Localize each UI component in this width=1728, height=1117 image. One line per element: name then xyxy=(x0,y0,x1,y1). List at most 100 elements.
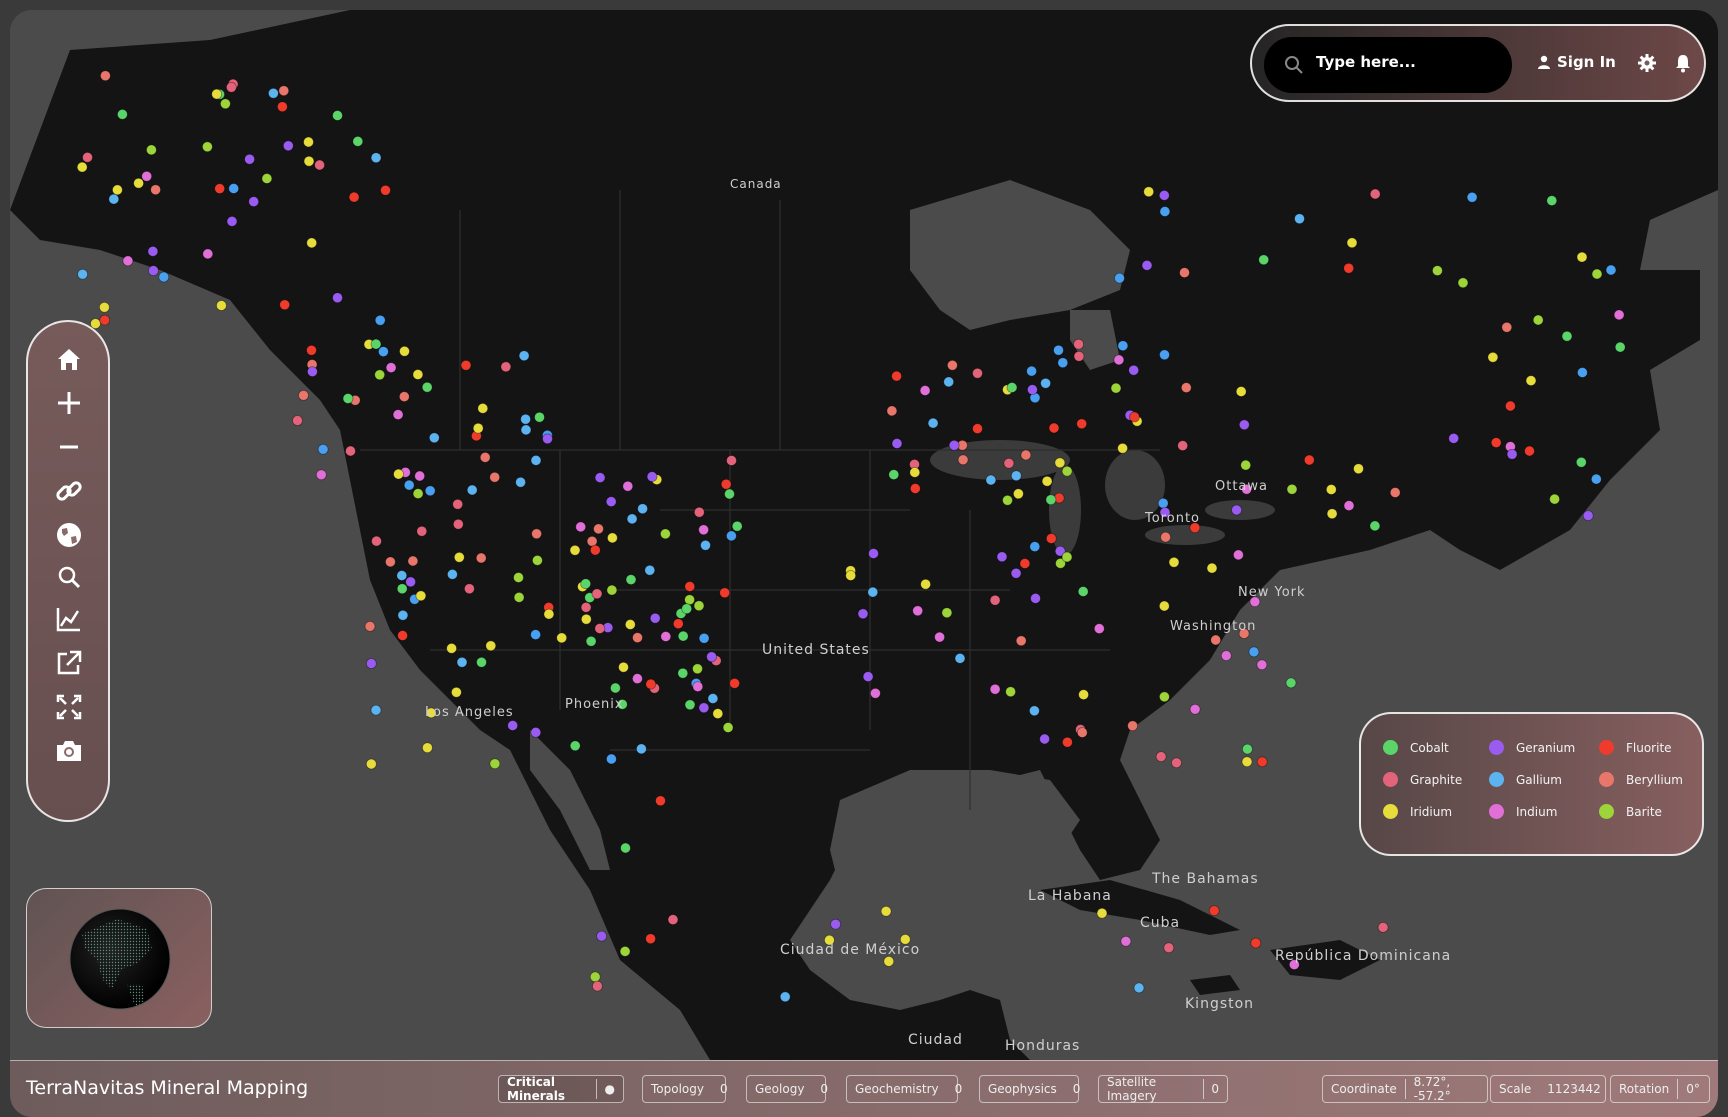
mineral-point[interactable] xyxy=(684,594,695,606)
mineral-point[interactable] xyxy=(606,584,618,596)
mineral-point[interactable] xyxy=(698,632,710,644)
mineral-point[interactable] xyxy=(556,632,568,644)
mineral-point[interactable] xyxy=(989,594,1001,606)
mineral-point[interactable] xyxy=(370,704,382,716)
mineral-point[interactable] xyxy=(543,608,555,620)
mineral-point[interactable] xyxy=(306,366,318,378)
mineral-point[interactable] xyxy=(684,581,696,592)
mineral-point[interactable] xyxy=(1325,484,1337,495)
layer-chip-critical-minerals[interactable]: Critical Minerals ● xyxy=(498,1075,624,1103)
search-icon[interactable] xyxy=(54,562,84,592)
mineral-point[interactable] xyxy=(1141,259,1153,271)
mineral-point[interactable] xyxy=(365,758,377,770)
mineral-point[interactable] xyxy=(1549,493,1560,505)
mineral-point[interactable] xyxy=(593,523,604,535)
mineral-point[interactable] xyxy=(1019,558,1031,569)
mineral-point[interactable] xyxy=(147,265,159,277)
mineral-point[interactable] xyxy=(226,215,238,227)
mineral-point[interactable] xyxy=(891,370,902,382)
mineral-point[interactable] xyxy=(606,753,617,765)
mineral-point[interactable] xyxy=(1120,935,1132,947)
mineral-point[interactable] xyxy=(414,470,426,482)
mineral-point[interactable] xyxy=(880,905,892,917)
mineral-point[interactable] xyxy=(1590,473,1602,485)
mineral-point[interactable] xyxy=(1171,757,1182,769)
mineral-point[interactable] xyxy=(912,605,924,617)
mineral-point[interactable] xyxy=(620,842,631,854)
mineral-point[interactable] xyxy=(530,454,542,466)
mineral-point[interactable] xyxy=(591,588,603,600)
mineral-point[interactable] xyxy=(592,980,603,992)
mineral-point[interactable] xyxy=(1238,419,1250,431)
mineral-point[interactable] xyxy=(1129,411,1140,423)
mineral-point[interactable] xyxy=(531,528,542,540)
mineral-point[interactable] xyxy=(644,564,656,576)
mineral-point[interactable] xyxy=(1258,254,1270,266)
mineral-point[interactable] xyxy=(1294,213,1305,225)
mineral-point[interactable] xyxy=(1093,623,1105,634)
mineral-point[interactable] xyxy=(380,184,391,196)
mineral-point[interactable] xyxy=(374,314,386,326)
mineral-point[interactable] xyxy=(1591,268,1603,280)
mineral-point[interactable] xyxy=(530,727,542,738)
layer-chip-geochemistry[interactable]: Geochemistry 0 xyxy=(846,1075,962,1103)
mineral-point[interactable] xyxy=(618,661,629,673)
mineral-point[interactable] xyxy=(472,422,484,434)
gear-icon[interactable] xyxy=(1637,53,1657,73)
mineral-point[interactable] xyxy=(1117,442,1128,454)
mineral-point[interactable] xyxy=(830,918,841,930)
mineral-point[interactable] xyxy=(1466,191,1478,203)
mineral-point[interactable] xyxy=(943,376,955,388)
mineral-point[interactable] xyxy=(868,548,879,559)
layer-chip-geology[interactable]: Geology 0 xyxy=(746,1075,828,1103)
mineral-point[interactable] xyxy=(607,532,618,544)
mineral-point[interactable] xyxy=(580,613,592,625)
mineral-point[interactable] xyxy=(677,667,689,679)
mineral-point[interactable] xyxy=(1020,449,1032,461)
mineral-point[interactable] xyxy=(996,551,1008,563)
mineral-point[interactable] xyxy=(370,338,382,350)
mineral-point[interactable] xyxy=(513,572,524,583)
mineral-point[interactable] xyxy=(692,663,703,675)
mineral-point[interactable] xyxy=(888,469,900,481)
mineral-point[interactable] xyxy=(108,193,120,205)
mineral-point[interactable] xyxy=(292,415,303,426)
mineral-point[interactable] xyxy=(1490,437,1502,449)
mineral-point[interactable] xyxy=(405,576,417,588)
mineral-point[interactable] xyxy=(1158,189,1170,201)
mineral-point[interactable] xyxy=(862,671,874,682)
mineral-point[interactable] xyxy=(1326,508,1338,520)
mineral-point[interactable] xyxy=(477,402,489,414)
legend-item-gallium[interactable]: Gallium xyxy=(1489,772,1562,787)
mineral-point[interactable] xyxy=(371,535,382,547)
mineral-point[interactable] xyxy=(1343,262,1355,274)
mineral-point[interactable] xyxy=(1127,720,1138,732)
mineral-point[interactable] xyxy=(700,539,711,551)
mineral-point[interactable] xyxy=(1525,375,1537,387)
mineral-point[interactable] xyxy=(624,619,636,630)
mineral-point[interactable] xyxy=(626,513,638,525)
mineral-point[interactable] xyxy=(370,152,382,164)
mineral-point[interactable] xyxy=(112,184,123,196)
mineral-point[interactable] xyxy=(1159,691,1170,703)
mineral-point[interactable] xyxy=(1389,487,1401,498)
mineral-point[interactable] xyxy=(352,135,364,147)
mineral-point[interactable] xyxy=(867,586,879,598)
mineral-point[interactable] xyxy=(636,743,647,755)
mineral-point[interactable] xyxy=(348,191,360,203)
mineral-point[interactable] xyxy=(100,70,111,82)
mineral-point[interactable] xyxy=(1241,756,1253,768)
mineral-point[interactable] xyxy=(520,424,532,436)
mineral-point[interactable] xyxy=(1242,743,1253,755)
mineral-point[interactable] xyxy=(1369,188,1381,200)
mineral-point[interactable] xyxy=(947,359,958,371)
mineral-point[interactable] xyxy=(1168,556,1180,568)
mineral-point[interactable] xyxy=(660,528,671,540)
mineral-point[interactable] xyxy=(99,314,111,326)
mineral-point[interactable] xyxy=(1206,562,1218,574)
mineral-point[interactable] xyxy=(1045,533,1057,544)
mineral-point[interactable] xyxy=(706,651,717,663)
mineral-point[interactable] xyxy=(1027,384,1038,396)
mineral-point[interactable] xyxy=(475,552,487,564)
mineral-point[interactable] xyxy=(857,608,869,620)
